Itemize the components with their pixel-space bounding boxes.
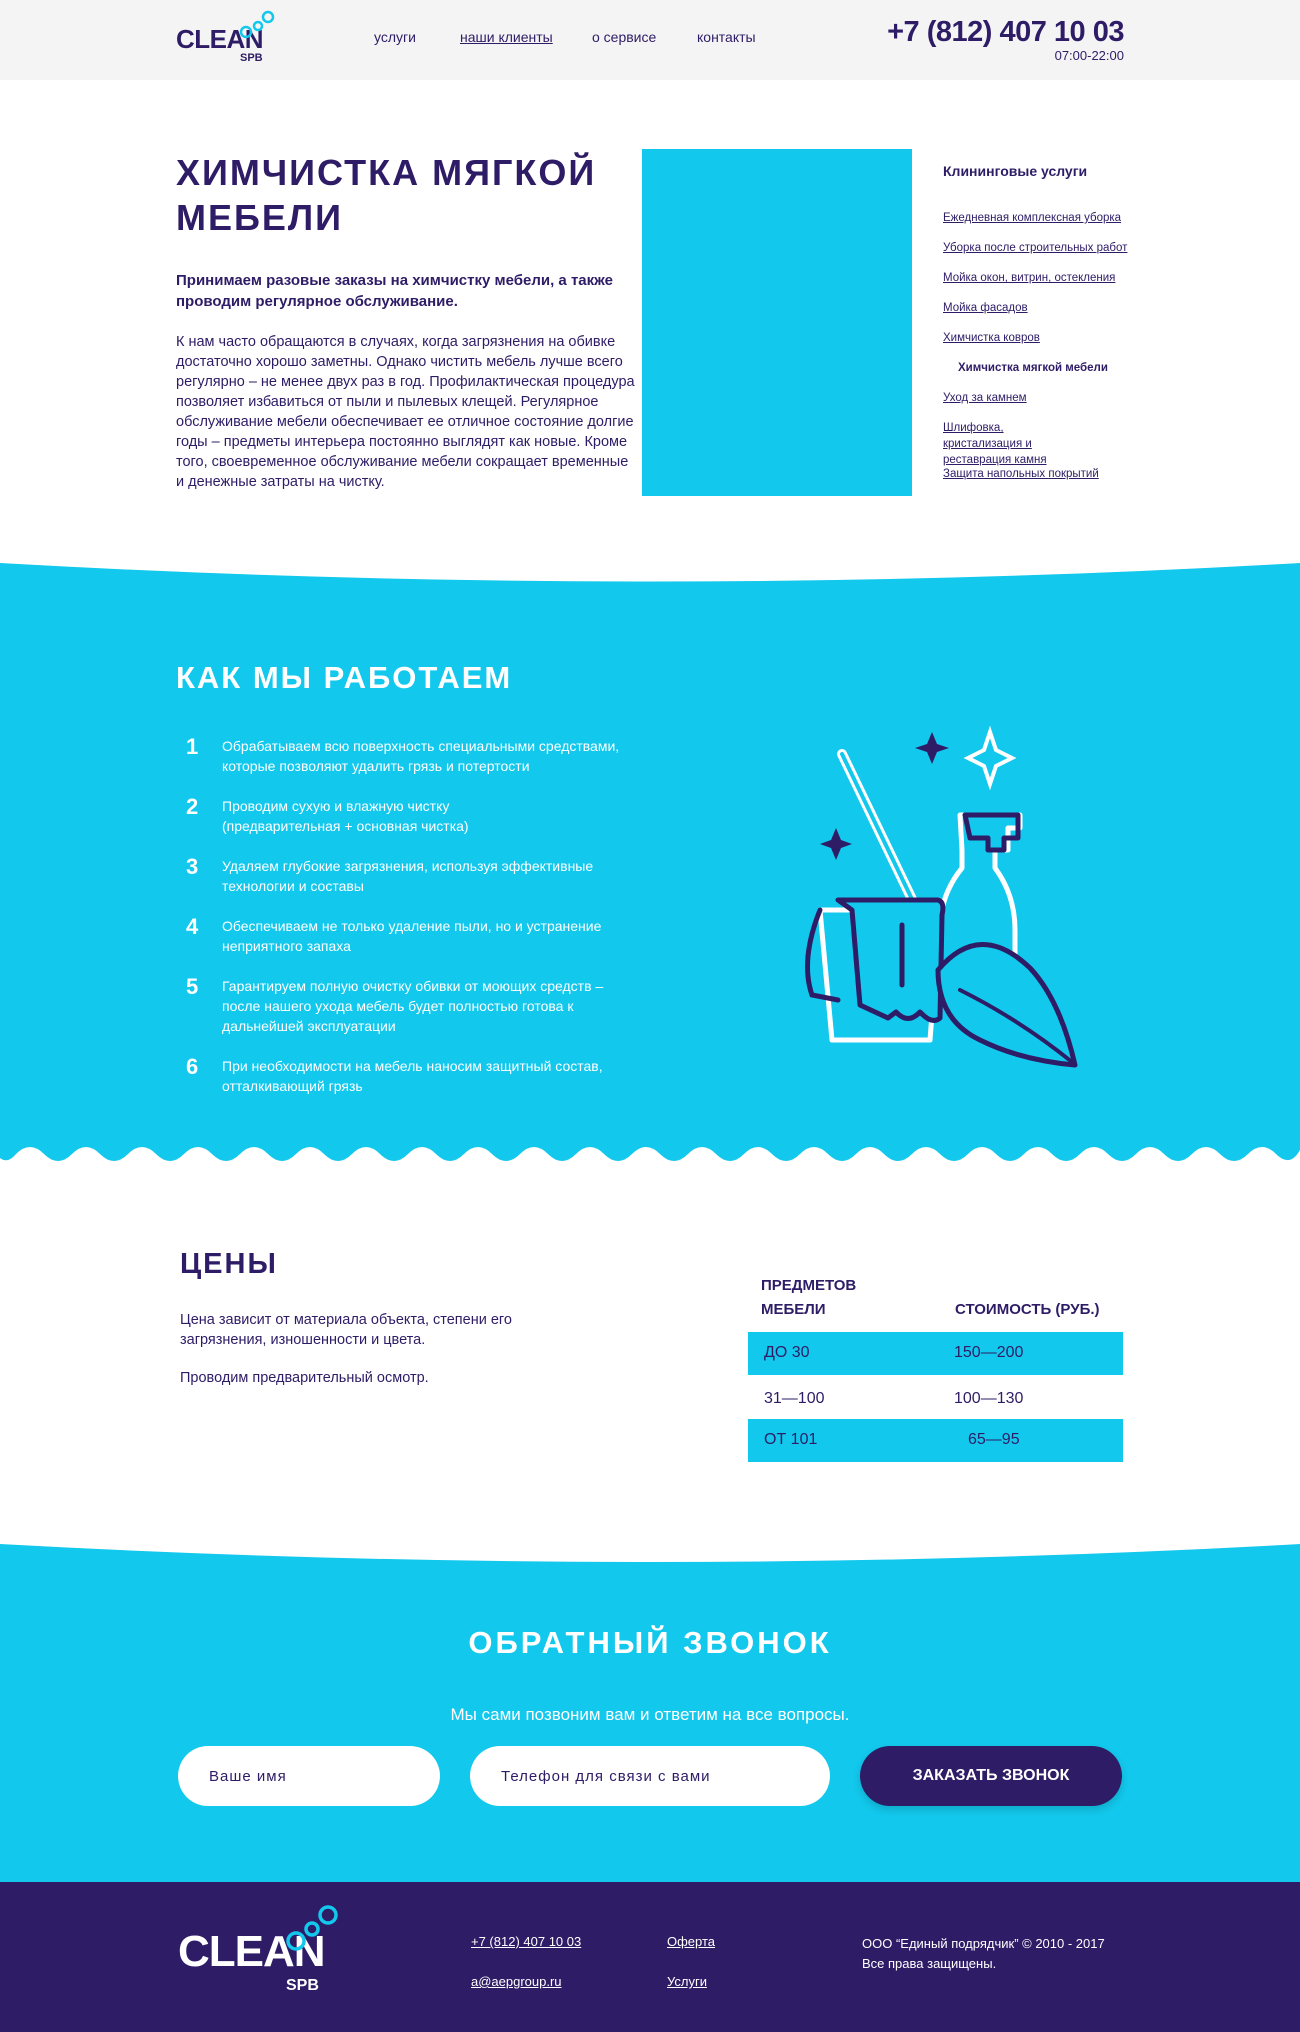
copyright-text: ООО “Единый подрядчик” © 2010 - 2017 (862, 1936, 1105, 1951)
page-title: ХИМЧИСТКА МЯГКОЙ МЕБЕЛИ (176, 152, 597, 238)
nav-clients[interactable]: наши клиенты (460, 29, 553, 45)
price-qty: ОТ 101 (764, 1431, 818, 1448)
price-header-items: ПРЕДМЕТОВ МЕБЕЛИ (761, 1277, 857, 1318)
cleaning-supplies-illustration (805, 725, 1078, 1068)
footer-logo-subtitle: SPB (286, 1977, 319, 1994)
bubbles-icon (239, 10, 275, 39)
intro-body: К нам часто обращаются в случаях, когда … (176, 334, 635, 490)
working-hours: 07:00-22:00 (1054, 48, 1124, 63)
price-value: 100—130 (954, 1390, 1024, 1407)
bubbles-icon (286, 1905, 338, 1951)
wave-top-divider (0, 563, 1300, 600)
footer-email-link[interactable]: a@aepgroup.ru (471, 1974, 562, 1989)
price-value: 65—95 (968, 1431, 1020, 1448)
footer-phone-link[interactable]: +7 (812) 407 10 03 (471, 1934, 581, 1949)
wavy-bottom-divider (0, 1140, 1300, 1161)
step-text: При необходимости на мебель наносим защи… (222, 1058, 603, 1094)
how-we-work-title: КАК МЫ РАБОТАЕМ (176, 660, 513, 695)
sidebar-item-stone-polishing[interactable]: Шлифовка, кристализация и реставрация ка… (943, 420, 1083, 468)
step-text: Проводим сухую и влажную чистку (предвар… (222, 798, 469, 834)
sidebar-item-post-construction[interactable]: Уборка после строительных работ (943, 240, 1143, 256)
nav-services[interactable]: услуги (374, 29, 416, 45)
sidebar-item-carpet-cleaning[interactable]: Химчистка ковров (943, 330, 1143, 346)
step-number: 5 (186, 974, 199, 999)
sidebar-title: Клининговые услуги (943, 163, 1088, 179)
header-phone[interactable]: +7 (812) 407 10 03 (887, 16, 1124, 49)
sidebar-item-facade-washing[interactable]: Мойка фасадов (943, 300, 1143, 316)
price-value: 150—200 (954, 1344, 1024, 1361)
sidebar-item-furniture-cleaning[interactable]: Химчистка мягкой мебели (958, 360, 1158, 376)
step-number: 6 (186, 1054, 199, 1079)
price-row: ОТ 101 65—95 (748, 1419, 1123, 1462)
logo-subtitle: SPB (240, 52, 263, 64)
step-text: Обрабатываем всю поверхность специальным… (222, 738, 620, 774)
order-call-button[interactable]: ЗАКАЗАТЬ ЗВОНОК (860, 1746, 1122, 1806)
step-text: Обеспечиваем не только удаление пыли, но… (222, 918, 602, 954)
prices-description: Цена зависит от материала объекта, степе… (180, 1312, 512, 1348)
step-number: 3 (186, 854, 199, 879)
price-header-cost: СТОИМОСТЬ (РУБ.) (955, 1301, 1100, 1318)
price-row: ДО 30 150—200 (748, 1332, 1123, 1375)
phone-input[interactable] (470, 1746, 830, 1806)
footer-offer-link[interactable]: Оферта (667, 1934, 715, 1949)
step-number: 2 (186, 794, 199, 819)
rights-text: Все права защищены. (862, 1956, 997, 1971)
nav-about[interactable]: о сервисе (592, 29, 656, 45)
footer-services-link[interactable]: Услуги (667, 1974, 707, 1989)
price-qty: ДО 30 (764, 1344, 810, 1361)
step-text: Удаляем глубокие загрязнения, используя … (222, 858, 594, 894)
step-number: 4 (186, 914, 199, 939)
intro-lead: Принимаем разовые заказы на химчистку ме… (176, 272, 613, 310)
callback-subtitle: Мы сами позвоним вам и ответим на все во… (450, 1705, 850, 1724)
price-row: 31—100 100—130 (748, 1378, 1123, 1421)
footer-copyright: ООО “Единый подрядчик” © 2010 - 2017 Все… (862, 1934, 1122, 1974)
sidebar-item-daily-cleaning[interactable]: Ежедневная комплексная уборка (943, 210, 1143, 226)
prices-note: Проводим предварительный осмотр. (180, 1370, 429, 1386)
price-qty: 31—100 (764, 1390, 825, 1407)
prices-title: ЦЕНЫ (180, 1248, 278, 1280)
wave-callback-divider (0, 1544, 1300, 1582)
step-text: Гарантируем полную очистку обивки от мою… (222, 978, 604, 1034)
header-logo[interactable]: CLEAN SPB (176, 10, 286, 68)
sidebar-item-floor-protection[interactable]: Защита напольных покрытий (943, 466, 1143, 482)
name-input[interactable] (178, 1746, 440, 1806)
step-number: 1 (186, 734, 199, 759)
nav-contacts[interactable]: контакты (697, 29, 756, 45)
sidebar-item-stone-care[interactable]: Уход за камнем (943, 390, 1143, 406)
callback-title: ОБРАТНЫЙ ЗВОНОК (468, 1625, 832, 1660)
sidebar-item-window-washing[interactable]: Мойка окон, витрин, остекления (943, 270, 1143, 286)
footer-logo[interactable]: CLEAN SPB (178, 1905, 358, 1995)
hero-image-placeholder (642, 149, 912, 496)
